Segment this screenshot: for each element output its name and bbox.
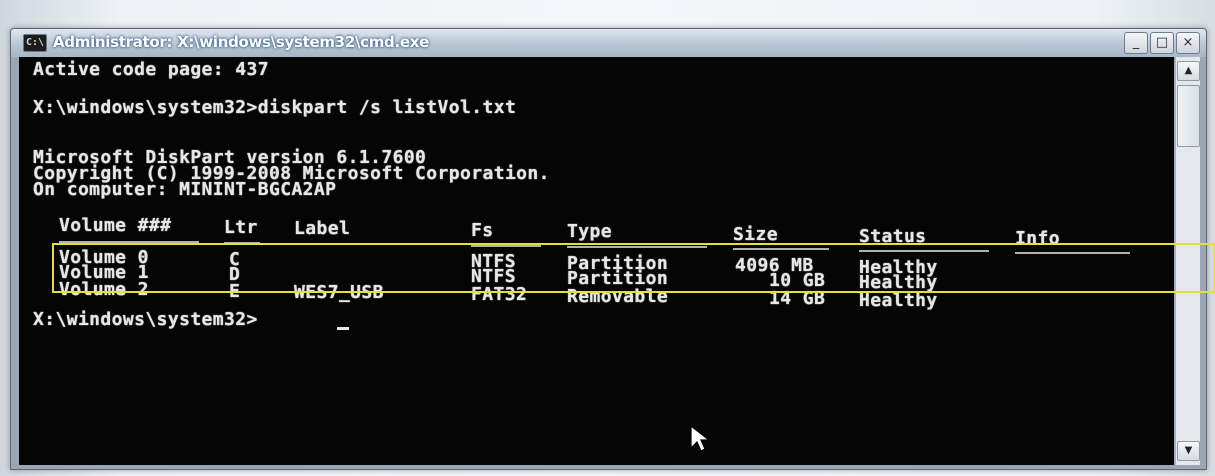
console-line: Active code page: 437 [33, 59, 269, 80]
text-cursor [337, 327, 349, 330]
window-controls: _ □ × [1124, 32, 1200, 54]
console-line: X:\windows\system32>diskpart /s listVol.… [33, 97, 517, 118]
table-header: Label [294, 218, 351, 239]
table-header: Size [733, 224, 778, 245]
cmd-icon[interactable]: C:\ [23, 34, 47, 52]
table-cell-status: Healthy [859, 290, 938, 311]
maximize-button[interactable]: □ [1150, 32, 1174, 54]
table-header: Type [567, 221, 612, 242]
close-button[interactable]: × [1176, 32, 1200, 54]
table-header: Fs [471, 220, 494, 241]
mouse-pointer-icon [690, 424, 711, 452]
command-prompt: X:\windows\system32> [33, 309, 258, 330]
table-header: Volume ### [59, 215, 172, 236]
scroll-up-button[interactable]: ▲ [1177, 61, 1200, 81]
highlight-box [52, 243, 1215, 293]
table-header: Ltr [224, 217, 258, 238]
minimize-button[interactable]: _ [1124, 32, 1148, 54]
console-line: On computer: MININT-BGCA2AP [33, 179, 337, 200]
scroll-down-button[interactable]: ▼ [1177, 441, 1200, 461]
window-title: Administrator: X:\windows\system32\cmd.e… [53, 33, 430, 51]
scroll-thumb[interactable] [1177, 85, 1200, 147]
title-bar[interactable]: C:\ Administrator: X:\windows\system32\c… [11, 29, 1206, 57]
